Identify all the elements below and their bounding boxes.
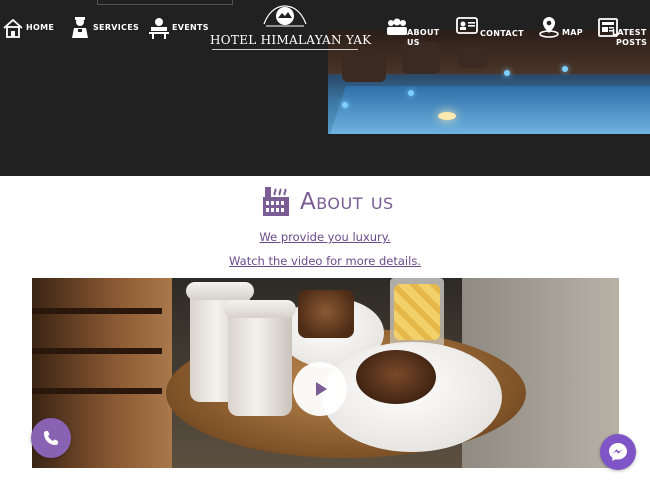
video-fries <box>394 284 440 340</box>
messenger-icon <box>609 443 627 461</box>
events-icon <box>149 18 169 39</box>
about-title: About us <box>300 189 394 215</box>
home-icon <box>3 18 23 38</box>
hotel-logo[interactable]: HOTEL HIMALAYAN YAK <box>210 0 372 52</box>
nav-about-label-line2: US <box>407 38 420 47</box>
concierge-icon <box>72 17 88 38</box>
nav-about-us[interactable]: ABOUT US <box>386 18 440 48</box>
messenger-button[interactable] <box>600 434 636 470</box>
map-pin-icon <box>539 17 559 38</box>
nav-services[interactable]: SERVICES <box>70 17 139 39</box>
nav-about-label: ABOUT <box>407 28 440 37</box>
nav-contact-label: CONTACT <box>480 29 524 38</box>
video-cup-front-lid <box>224 300 296 318</box>
nav-latest-posts[interactable]: LATEST POSTS <box>598 18 647 48</box>
site-header: HOME SERVICES EVENTS HOTEL HIMALAYAN YAK… <box>0 0 650 176</box>
about-video[interactable] <box>32 278 619 468</box>
nav-events-label: EVENTS <box>172 23 209 32</box>
nav-services-label: SERVICES <box>93 23 140 32</box>
logo-divider <box>212 49 358 50</box>
nav-map-label: MAP <box>562 28 583 37</box>
nav-home[interactable]: HOME <box>2 18 54 38</box>
people-icon <box>387 18 407 35</box>
logo-crest-icon <box>263 5 307 27</box>
contact-card-icon <box>456 17 478 34</box>
about-heading: About us <box>260 184 394 220</box>
video-pastry <box>356 350 436 404</box>
video-play-button[interactable] <box>293 362 347 416</box>
main-nav: HOME SERVICES EVENTS HOTEL HIMALAYAN YAK… <box>0 0 650 56</box>
video-cake <box>298 290 354 338</box>
video-cup-front <box>228 310 292 416</box>
video-cup-back-lid <box>186 282 254 300</box>
nav-events[interactable]: EVENTS <box>148 17 209 39</box>
hotel-name: HOTEL HIMALAYAN YAK <box>210 33 372 47</box>
nav-home-label: HOME <box>26 23 55 32</box>
nav-map[interactable]: MAP <box>538 16 583 38</box>
page: HOME SERVICES EVENTS HOTEL HIMALAYAN YAK… <box>0 0 650 482</box>
nav-latest-label-line2: POSTS <box>616 38 648 47</box>
video-details-link[interactable]: Watch the video for more details. <box>0 254 650 268</box>
call-button[interactable] <box>31 418 71 458</box>
hotel-building-icon <box>263 187 289 216</box>
nav-contact[interactable]: CONTACT <box>456 17 524 39</box>
luxury-link[interactable]: We provide you luxury. <box>0 230 650 244</box>
nav-latest-label: LATEST <box>612 28 647 37</box>
play-icon <box>316 382 327 396</box>
phone-icon <box>44 431 58 445</box>
